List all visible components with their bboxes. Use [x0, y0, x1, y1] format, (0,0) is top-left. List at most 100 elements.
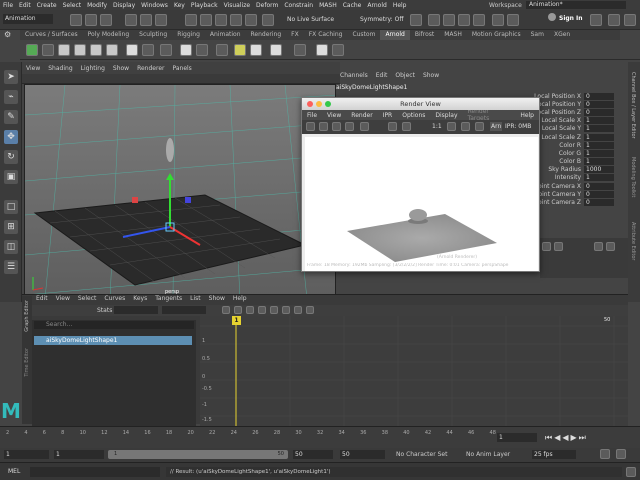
render-frame-icon[interactable]	[428, 14, 440, 26]
snap-surface-icon[interactable]	[245, 14, 257, 26]
rv-menu-options[interactable]: Options	[397, 112, 430, 119]
tab-animation[interactable]: Animation	[205, 30, 246, 40]
open-scene-icon[interactable]	[85, 14, 97, 26]
tab-fx[interactable]: FX	[286, 30, 304, 40]
menu-constrain[interactable]: Constrain	[281, 2, 316, 9]
scale-tool-icon[interactable]: ▣	[4, 170, 18, 184]
ge-menu-show[interactable]: Show	[205, 294, 229, 304]
alpha-channel-icon[interactable]	[402, 122, 411, 131]
tab-graph-editor[interactable]: Graph Editor	[24, 300, 30, 332]
attr-value[interactable]: 1	[584, 149, 614, 157]
mel-label[interactable]: MEL	[8, 468, 20, 475]
arnold-render-view-icon[interactable]	[26, 44, 38, 56]
tab-channel-box-layer-editor[interactable]: Channel Box / Layer Editor	[630, 72, 636, 139]
arnold-help-icon[interactable]	[294, 44, 306, 56]
color-channels-icon[interactable]	[388, 122, 397, 131]
menu-cache[interactable]: Cache	[340, 2, 365, 9]
attr-value[interactable]: 0	[584, 190, 614, 198]
volume-icon[interactable]	[160, 44, 172, 56]
rv-menu-display[interactable]: Display	[430, 112, 462, 119]
attr-value[interactable]: 1	[584, 174, 614, 182]
outliner-layout-icon[interactable]: ☰	[4, 260, 18, 274]
menu-select[interactable]: Select	[60, 2, 85, 9]
shelf-settings-icon[interactable]: ⚙	[4, 31, 14, 39]
time-slider[interactable]: 2 4 6 8 10 12 14 16 18 20 22 24 26 28 30…	[0, 426, 640, 448]
range-slider[interactable]: 1 50	[108, 450, 288, 459]
select-component-icon[interactable]	[155, 14, 167, 26]
keep-image-icon[interactable]	[447, 122, 456, 131]
graph-area[interactable]: 1 1 0.5 0 -0.5 -1 -1.5 50	[200, 316, 628, 426]
menu-set-dropdown[interactable]: Animation	[3, 14, 53, 24]
select-tool-icon[interactable]: ➤	[4, 70, 18, 84]
attr-value[interactable]: 1	[584, 158, 614, 166]
ge-menu-curves[interactable]: Curves	[100, 294, 129, 304]
ge-tool-icon[interactable]	[282, 306, 290, 314]
cb-menu-channels[interactable]: Channels	[336, 72, 372, 82]
snap-point-icon[interactable]	[215, 14, 227, 26]
history-icon[interactable]	[410, 14, 422, 26]
menu-file[interactable]: File	[0, 2, 16, 9]
tab-fx-caching[interactable]: FX Caching	[304, 30, 348, 40]
ge-tool-icon[interactable]	[270, 306, 278, 314]
rv-menu-ipr[interactable]: IPR	[378, 112, 398, 119]
menu-help[interactable]: Help	[390, 2, 410, 9]
cb-menu-object[interactable]: Object	[391, 72, 419, 82]
texture-manager-icon[interactable]	[250, 44, 262, 56]
layer-up-icon[interactable]	[594, 242, 603, 251]
menu-modify[interactable]: Modify	[84, 2, 110, 9]
ipr-render-icon[interactable]	[443, 14, 455, 26]
arnold-button[interactable]: Arn	[490, 122, 503, 131]
user-avatar-icon[interactable]	[548, 13, 556, 21]
vp-menu-shading[interactable]: Shading	[44, 65, 76, 72]
physical-sky-icon[interactable]	[142, 44, 154, 56]
arnold-ipr-icon[interactable]	[507, 14, 519, 26]
graph-current-frame[interactable]: 1	[232, 316, 241, 325]
layer-options-icon[interactable]	[554, 242, 563, 251]
attr-value[interactable]: 0	[584, 92, 614, 100]
rv-menu-view[interactable]: View	[322, 112, 346, 119]
anim-layer-dropdown[interactable]: No Anim Layer	[466, 451, 510, 458]
side-by-side-icon[interactable]: ◫	[4, 240, 18, 254]
select-hierarchy-icon[interactable]	[125, 14, 137, 26]
attr-value[interactable]: 1	[584, 141, 614, 149]
tab-custom[interactable]: Custom	[347, 30, 380, 40]
script-editor-icon[interactable]	[626, 467, 636, 477]
tab-xgen[interactable]: XGen	[549, 30, 575, 40]
tab-sam[interactable]: Sam	[526, 30, 549, 40]
attr-value[interactable]: 1000	[584, 166, 614, 174]
cb-menu-edit[interactable]: Edit	[372, 72, 392, 82]
attr-value[interactable]: 0	[584, 108, 614, 116]
cb-menu-show[interactable]: Show	[419, 72, 443, 82]
symmetry-label[interactable]: Symmetry: Off	[360, 16, 403, 23]
render-image[interactable]: Frame: 18 Memory: 192Mb Sampling: [3/2/2…	[305, 137, 538, 271]
light-portal-icon[interactable]	[126, 44, 138, 56]
tab-poly-modeling[interactable]: Poly Modeling	[83, 30, 135, 40]
extra-shelf-icon[interactable]	[332, 44, 344, 56]
sign-in-button[interactable]: Sign In	[559, 15, 583, 22]
menu-display[interactable]: Display	[110, 2, 138, 9]
lasso-tool-icon[interactable]: ⌁	[4, 90, 18, 104]
remove-image-icon[interactable]	[461, 122, 470, 131]
layer-new-icon[interactable]	[542, 242, 551, 251]
single-view-icon[interactable]: □	[4, 200, 18, 214]
command-input[interactable]	[30, 467, 160, 477]
ge-menu-edit[interactable]: Edit	[32, 294, 52, 304]
layer-down-icon[interactable]	[606, 242, 615, 251]
rv-menu-file[interactable]: File	[302, 112, 322, 119]
menu-deform[interactable]: Deform	[253, 2, 281, 9]
tab-rendering[interactable]: Rendering	[246, 30, 287, 40]
refresh-ipr-icon[interactable]	[360, 122, 369, 131]
menu-arnold[interactable]: Arnold	[364, 2, 389, 9]
playback-controls[interactable]: ⏮◀◀▶⏭	[545, 433, 635, 443]
ge-tool-icon[interactable]	[234, 306, 242, 314]
arnold-render-icon[interactable]	[492, 14, 504, 26]
attr-value[interactable]: 1	[584, 133, 614, 141]
outliner-search-input[interactable]: Search...	[34, 321, 194, 329]
area-light-icon[interactable]	[58, 44, 70, 56]
tab-arnold[interactable]: Arnold	[380, 30, 410, 40]
tab-mash[interactable]: MASH	[439, 30, 467, 40]
ge-menu-select[interactable]: Select	[74, 294, 101, 304]
playback-end-field[interactable]: 50	[293, 450, 333, 459]
render-settings-icon[interactable]	[458, 14, 470, 26]
menu-playback[interactable]: Playback	[188, 2, 221, 9]
